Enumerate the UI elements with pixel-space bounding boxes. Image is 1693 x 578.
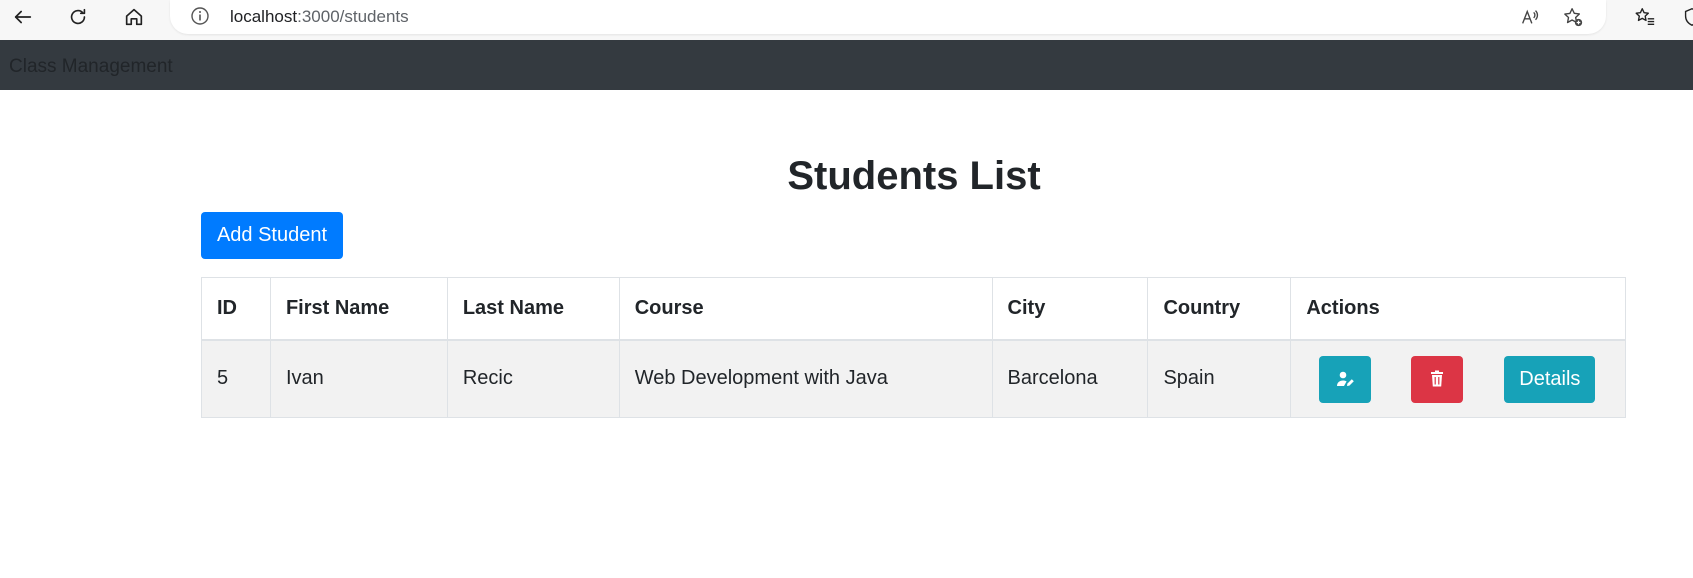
page-title: Students List <box>787 154 1041 198</box>
edit-student-button[interactable] <box>1319 355 1372 403</box>
cell-last-name: Recic <box>446 339 620 418</box>
column-header-first-name: First Name <box>269 277 448 341</box>
delete-student-button[interactable] <box>1411 355 1464 403</box>
details-button[interactable]: Details <box>1504 355 1596 403</box>
students-table: ID First Name Last Name Course City Coun… <box>201 277 1626 418</box>
address-bar[interactable]: localhost:3000/students <box>170 0 1606 34</box>
trash-icon <box>1431 370 1444 387</box>
url-host: localhost <box>230 7 298 26</box>
table-row: 5 Ivan Recic Web Development with Java B… <box>201 339 1626 418</box>
navbar-brand[interactable]: Class Management <box>9 56 173 78</box>
url-path: :3000/students <box>297 7 409 26</box>
cell-actions: Details <box>1290 339 1626 418</box>
column-header-course: Course <box>618 277 993 341</box>
read-aloud-icon[interactable] <box>1517 4 1543 30</box>
cell-course: Web Development with Java <box>618 339 993 418</box>
info-icon[interactable] <box>190 6 210 26</box>
app-navbar: Class Management <box>0 40 1693 90</box>
favorites-icon[interactable] <box>1631 4 1659 30</box>
cell-city: Barcelona <box>991 339 1149 418</box>
browser-essentials-icon[interactable] <box>1678 4 1693 30</box>
back-icon[interactable] <box>6 2 40 32</box>
cell-id: 5 <box>201 339 271 418</box>
add-favorite-icon[interactable] <box>1560 4 1586 30</box>
column-header-actions: Actions <box>1290 277 1626 341</box>
column-header-id: ID <box>201 277 271 341</box>
home-icon[interactable] <box>117 2 151 32</box>
cell-first-name: Ivan <box>269 339 448 418</box>
column-header-city: City <box>991 277 1149 341</box>
user-edit-icon <box>1337 371 1355 386</box>
add-student-button[interactable]: Add Student <box>201 212 343 259</box>
browser-toolbar: localhost:3000/students <box>0 0 1693 40</box>
column-header-country: Country <box>1147 277 1292 341</box>
refresh-icon[interactable] <box>61 2 95 32</box>
table-header-row: ID First Name Last Name Course City Coun… <box>201 277 1626 341</box>
column-header-last-name: Last Name <box>446 277 620 341</box>
cell-country: Spain <box>1147 339 1292 418</box>
url-text[interactable]: localhost:3000/students <box>230 7 409 27</box>
